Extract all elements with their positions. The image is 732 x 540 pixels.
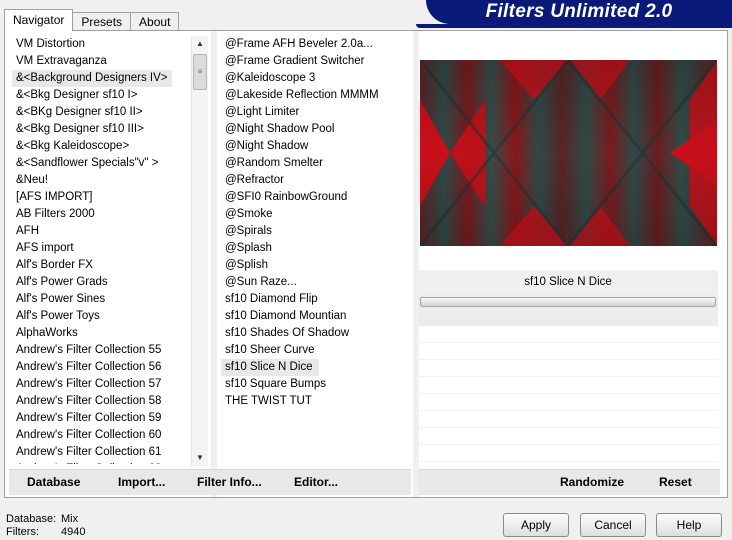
category-list-item[interactable]: Andrew's Filter Collection 60: [12, 427, 187, 444]
filter-list-item[interactable]: @Night Shadow Pool: [221, 121, 411, 138]
filter-list-item[interactable]: sf10 Diamond Flip: [221, 291, 411, 308]
database-value: Mix: [61, 513, 79, 525]
filter-list-item[interactable]: @Smoke: [221, 206, 411, 223]
filter-list-item[interactable]: @Kaleidoscope 3: [221, 70, 411, 87]
filter-list-item[interactable]: @Light Limiter: [221, 104, 411, 121]
category-list-item[interactable]: Andrew's Filter Collection 57: [12, 376, 187, 393]
category-list[interactable]: VM Distortion VM Extravaganza &<Background…: [12, 36, 187, 464]
category-list-item[interactable]: Alf's Power Grads: [12, 274, 187, 291]
help-button[interactable]: Help: [656, 513, 722, 537]
filter-list-item[interactable]: @Random Smelter: [221, 155, 411, 172]
category-list-item[interactable]: AB Filters 2000: [12, 206, 187, 223]
scroll-up-icon[interactable]: ▲: [192, 36, 208, 52]
category-list-item[interactable]: &<Bkg Designer sf10 III>: [12, 121, 187, 138]
category-list-item[interactable]: [AFS IMPORT]: [12, 189, 187, 206]
filter-list-item[interactable]: @Frame AFH Beveler 2.0a...: [221, 36, 411, 53]
tab-navigator[interactable]: Navigator: [4, 9, 74, 31]
category-list-item[interactable]: Alf's Power Toys: [12, 308, 187, 325]
filter-list-item[interactable]: @Refractor: [221, 172, 411, 189]
tab-about[interactable]: About: [130, 12, 180, 31]
selected-filter-name: sf10 Slice N Dice: [418, 270, 718, 294]
database-label: Database:: [6, 513, 57, 525]
scroll-thumb[interactable]: ≡: [193, 54, 207, 90]
control-slots: [418, 326, 718, 466]
category-list-item[interactable]: &<Sandflower Specials"v" >: [12, 155, 187, 172]
filter-list-item[interactable]: @Sun Raze...: [221, 274, 411, 291]
status-area: Database: Mix Filters: 4940: [6, 513, 85, 539]
category-list-item[interactable]: Andrew's Filter Collection 59: [12, 410, 187, 427]
filter-list-item[interactable]: @Splash: [221, 240, 411, 257]
reset-button[interactable]: Reset: [659, 475, 692, 489]
cancel-button[interactable]: Cancel: [580, 513, 646, 537]
category-scrollbar[interactable]: ▲ ≡ ▼: [191, 36, 208, 466]
filter-list-item[interactable]: sf10 Square Bumps: [221, 376, 411, 393]
filter-list-item[interactable]: @Lakeside Reflection MMMM: [221, 87, 411, 104]
database-button[interactable]: Database: [27, 475, 80, 489]
category-list-item[interactable]: Andrew's Filter Collection 62: [12, 461, 187, 464]
category-list-item[interactable]: Andrew's Filter Collection 58: [12, 393, 187, 410]
category-list-item[interactable]: Andrew's Filter Collection 55: [12, 342, 187, 359]
filter-preview: [420, 60, 717, 246]
preview-button-bar: Randomize Reset: [418, 469, 720, 495]
import-button[interactable]: Import...: [118, 475, 165, 489]
filter-list-item[interactable]: sf10 Diamond Mountian: [221, 308, 411, 325]
category-list-item[interactable]: VM Extravaganza: [12, 53, 187, 70]
randomize-button[interactable]: Randomize: [560, 475, 624, 489]
category-list-item[interactable]: &Neu!: [12, 172, 187, 189]
category-list-item[interactable]: VM Distortion: [12, 36, 187, 53]
filter-list-item[interactable]: @Frame Gradient Switcher: [221, 53, 411, 70]
editor-button[interactable]: Editor...: [294, 475, 338, 489]
category-list-item[interactable]: Alf's Border FX: [12, 257, 187, 274]
preview-image: [420, 60, 717, 246]
tab-presets[interactable]: Presets: [72, 12, 132, 31]
filter-list-item[interactable]: sf10 Slice N Dice: [221, 359, 319, 376]
filter-list-item[interactable]: @SFI0 RainbowGround: [221, 189, 411, 206]
category-list-item[interactable]: Andrew's Filter Collection 56: [12, 359, 187, 376]
filters-count: 4940: [61, 526, 86, 538]
column-divider: [211, 31, 217, 497]
filter-list-item[interactable]: sf10 Sheer Curve: [221, 342, 411, 359]
filter-info-button[interactable]: Filter Info...: [197, 475, 262, 489]
category-list-item[interactable]: &<Background Designers IV>: [12, 70, 172, 87]
navigator-button-bar: Database Import... Filter Info... Editor…: [9, 469, 411, 495]
category-list-item[interactable]: Alf's Power Sines: [12, 291, 187, 308]
category-list-item[interactable]: Andrew's Filter Collection 61: [12, 444, 187, 461]
scroll-down-icon[interactable]: ▼: [192, 450, 208, 466]
filter-list-item[interactable]: @Night Shadow: [221, 138, 411, 155]
category-list-item[interactable]: AlphaWorks: [12, 325, 187, 342]
filter-list-item[interactable]: @Splish: [221, 257, 411, 274]
filter-list-item[interactable]: sf10 Shades Of Shadow: [221, 325, 411, 342]
category-list-item[interactable]: &<BKg Designer sf10 II>: [12, 104, 187, 121]
app-banner: Filters Unlimited 2.0: [426, 0, 732, 24]
filter-list-item[interactable]: THE TWIST TUT: [221, 393, 411, 410]
navigator-panel: VM Distortion VM Extravaganza &<Background…: [4, 30, 728, 498]
category-list-item[interactable]: &<Bkg Kaleidoscope>: [12, 138, 187, 155]
apply-button[interactable]: Apply: [503, 513, 569, 537]
category-list-item[interactable]: &<Bkg Designer sf10 I>: [12, 87, 187, 104]
filters-label: Filters:: [6, 526, 39, 538]
category-list-item[interactable]: AFH: [12, 223, 187, 240]
tab-bar: Navigator Presets About: [4, 9, 180, 31]
filter-list[interactable]: @Frame AFH Beveler 2.0a... @Frame Gradien…: [221, 36, 411, 464]
control-slider-row: [418, 294, 718, 326]
filter-list-item[interactable]: @Spirals: [221, 223, 411, 240]
control-slider[interactable]: [420, 297, 716, 307]
banner-underline: [416, 24, 732, 28]
category-list-item[interactable]: AFS import: [12, 240, 187, 257]
